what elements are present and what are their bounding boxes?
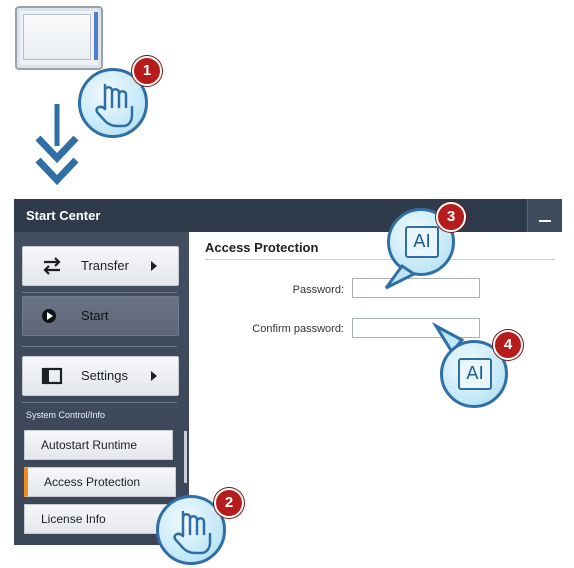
step-badge-3: 3 <box>436 202 466 232</box>
text-input-keyboard-icon: AI <box>458 358 492 390</box>
step-badge-2: 2 <box>214 488 244 518</box>
list-item-label: License Info <box>41 512 106 526</box>
page-title: Access Protection <box>205 240 319 255</box>
content-panel: Access Protection Password: Confirm pass… <box>189 232 562 545</box>
divider <box>22 292 177 293</box>
device-edge-highlight <box>94 12 98 60</box>
divider <box>22 346 177 347</box>
double-chevron-down-icon <box>34 104 80 194</box>
transfer-arrows-icon <box>41 256 63 276</box>
step-badge-1: 1 <box>132 56 162 86</box>
play-icon <box>41 306 63 326</box>
list-item-autostart-runtime[interactable]: Autostart Runtime <box>24 430 173 460</box>
device-screen <box>23 14 91 60</box>
minimize-button[interactable] <box>527 199 562 232</box>
sidebar-item-label: Transfer <box>81 258 129 273</box>
window-title: Start Center <box>26 208 101 223</box>
device-screen-icon[interactable] <box>15 6 103 70</box>
sidebar-item-start[interactable]: Start <box>22 296 179 336</box>
sidebar-item-transfer[interactable]: Transfer <box>22 246 179 286</box>
section-label: System Control/Info <box>26 410 106 420</box>
password-label: Password: <box>292 284 344 296</box>
callout-pointer <box>384 263 417 290</box>
chevron-right-icon <box>151 371 157 381</box>
settings-window-icon <box>41 366 63 386</box>
scrollbar[interactable] <box>184 431 187 483</box>
sidebar-item-label: Settings <box>81 368 128 383</box>
title-bar: Start Center <box>14 199 562 232</box>
sidebar-item-settings[interactable]: Settings <box>22 356 179 396</box>
chevron-right-icon <box>151 261 157 271</box>
list-item-access-protection[interactable]: Access Protection <box>24 467 176 497</box>
sidebar-item-label: Start <box>81 308 109 323</box>
divider <box>22 402 177 403</box>
minimize-icon <box>539 220 551 222</box>
list-item-label: Access Protection <box>44 475 141 489</box>
list-item-license-info[interactable]: License Info <box>24 504 173 534</box>
step-badge-4: 4 <box>493 330 523 360</box>
confirm-password-label: Confirm password: <box>252 323 344 335</box>
text-input-keyboard-icon: AI <box>405 226 439 258</box>
list-item-label: Autostart Runtime <box>41 438 138 452</box>
